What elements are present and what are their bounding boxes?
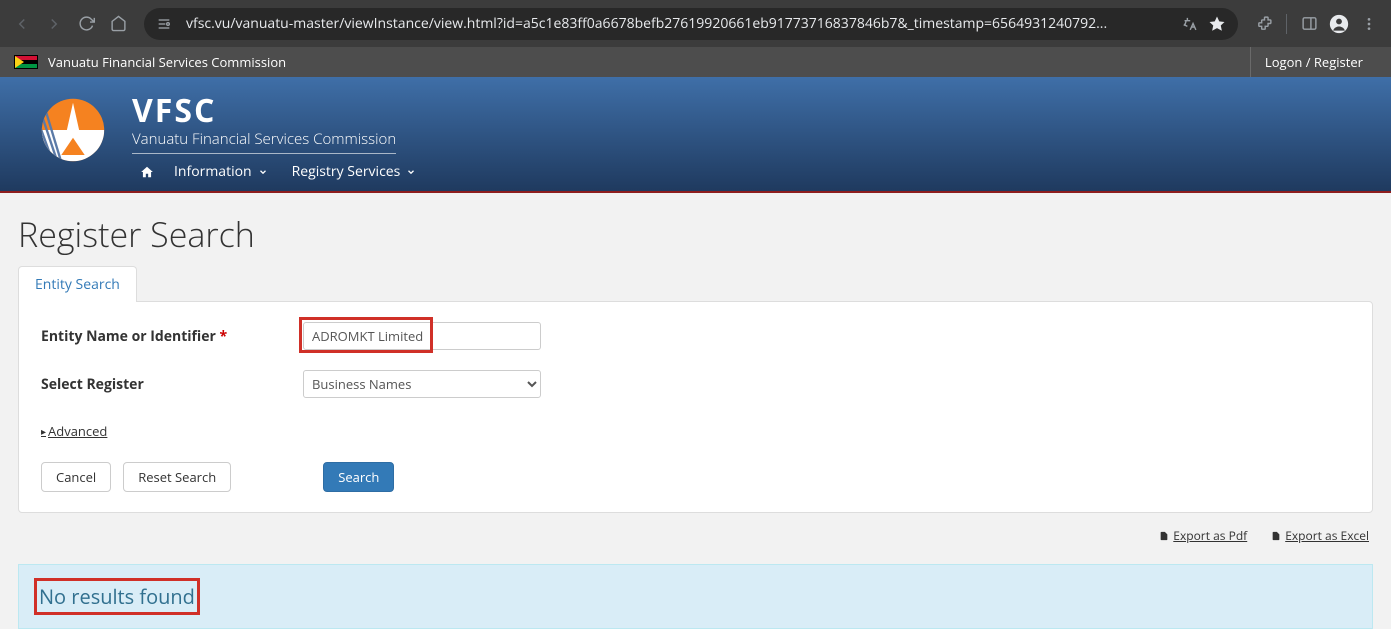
entity-name-input[interactable] xyxy=(303,322,541,350)
tab-entity-search[interactable]: Entity Search xyxy=(18,266,137,302)
chevron-down-icon xyxy=(258,167,268,177)
logon-register-link[interactable]: Logon / Register xyxy=(1250,47,1377,77)
file-icon xyxy=(1271,530,1281,542)
search-button[interactable]: Search xyxy=(323,462,394,492)
vanuatu-flag-icon xyxy=(14,55,38,69)
cancel-button[interactable]: Cancel xyxy=(41,462,111,492)
required-mark: * xyxy=(220,327,228,346)
chevron-down-icon xyxy=(406,167,416,177)
file-icon xyxy=(1159,530,1169,542)
reload-icon[interactable] xyxy=(72,10,100,38)
tab-row: Entity Search xyxy=(18,265,1373,301)
url-text: vfsc.vu/vanuatu-master/viewInstance/view… xyxy=(186,14,1171,33)
toolbar-divider xyxy=(1286,14,1287,34)
page-title: Register Search xyxy=(18,211,1373,257)
browser-right-controls xyxy=(1250,10,1383,38)
reset-search-button[interactable]: Reset Search xyxy=(123,462,231,492)
export-pdf-link[interactable]: Export as Pdf xyxy=(1159,527,1247,544)
site-banner: VFSC Vanuatu Financial Services Commissi… xyxy=(0,77,1391,193)
forward-icon[interactable] xyxy=(40,10,68,38)
browser-toolbar: vfsc.vu/vanuatu-master/viewInstance/view… xyxy=(0,0,1391,47)
select-register-label: Select Register xyxy=(41,375,303,394)
org-name: Vanuatu Financial Services Commission xyxy=(48,53,286,71)
back-icon[interactable] xyxy=(8,10,36,38)
extensions-icon[interactable] xyxy=(1250,10,1278,38)
side-panel-icon[interactable] xyxy=(1295,10,1323,38)
home-icon[interactable] xyxy=(104,10,132,38)
translate-icon[interactable] xyxy=(1181,15,1198,32)
profile-icon[interactable] xyxy=(1325,10,1353,38)
select-register-dropdown[interactable]: Business Names xyxy=(303,370,541,398)
menu-dots-icon[interactable] xyxy=(1355,10,1383,38)
export-row: Export as Pdf Export as Excel xyxy=(0,513,1391,552)
entity-name-label: Entity Name or Identifier * xyxy=(41,327,303,346)
address-bar[interactable]: vfsc.vu/vanuatu-master/viewInstance/view… xyxy=(144,8,1238,40)
advanced-toggle[interactable]: Advanced xyxy=(41,422,107,440)
org-topbar: Vanuatu Financial Services Commission Lo… xyxy=(0,47,1391,77)
nav-registry-services[interactable]: Registry Services xyxy=(280,158,429,185)
site-settings-icon[interactable] xyxy=(156,16,172,32)
page-content: Register Search Entity Search Entity Nam… xyxy=(0,193,1391,513)
search-panel: Entity Name or Identifier * Select Regis… xyxy=(18,301,1373,513)
results-panel: No results found xyxy=(18,564,1373,629)
no-results-message: No results found xyxy=(39,583,195,610)
export-excel-link[interactable]: Export as Excel xyxy=(1271,527,1369,544)
nav-home-icon[interactable] xyxy=(132,161,162,183)
brand-acronym: VFSC xyxy=(132,95,396,127)
bookmark-star-icon[interactable] xyxy=(1208,15,1226,33)
vfsc-logo-icon xyxy=(34,91,112,169)
brand-fullname: Vanuatu Financial Services Commission xyxy=(132,129,396,154)
main-nav: Information Registry Services xyxy=(132,158,428,185)
nav-information[interactable]: Information xyxy=(162,158,280,185)
